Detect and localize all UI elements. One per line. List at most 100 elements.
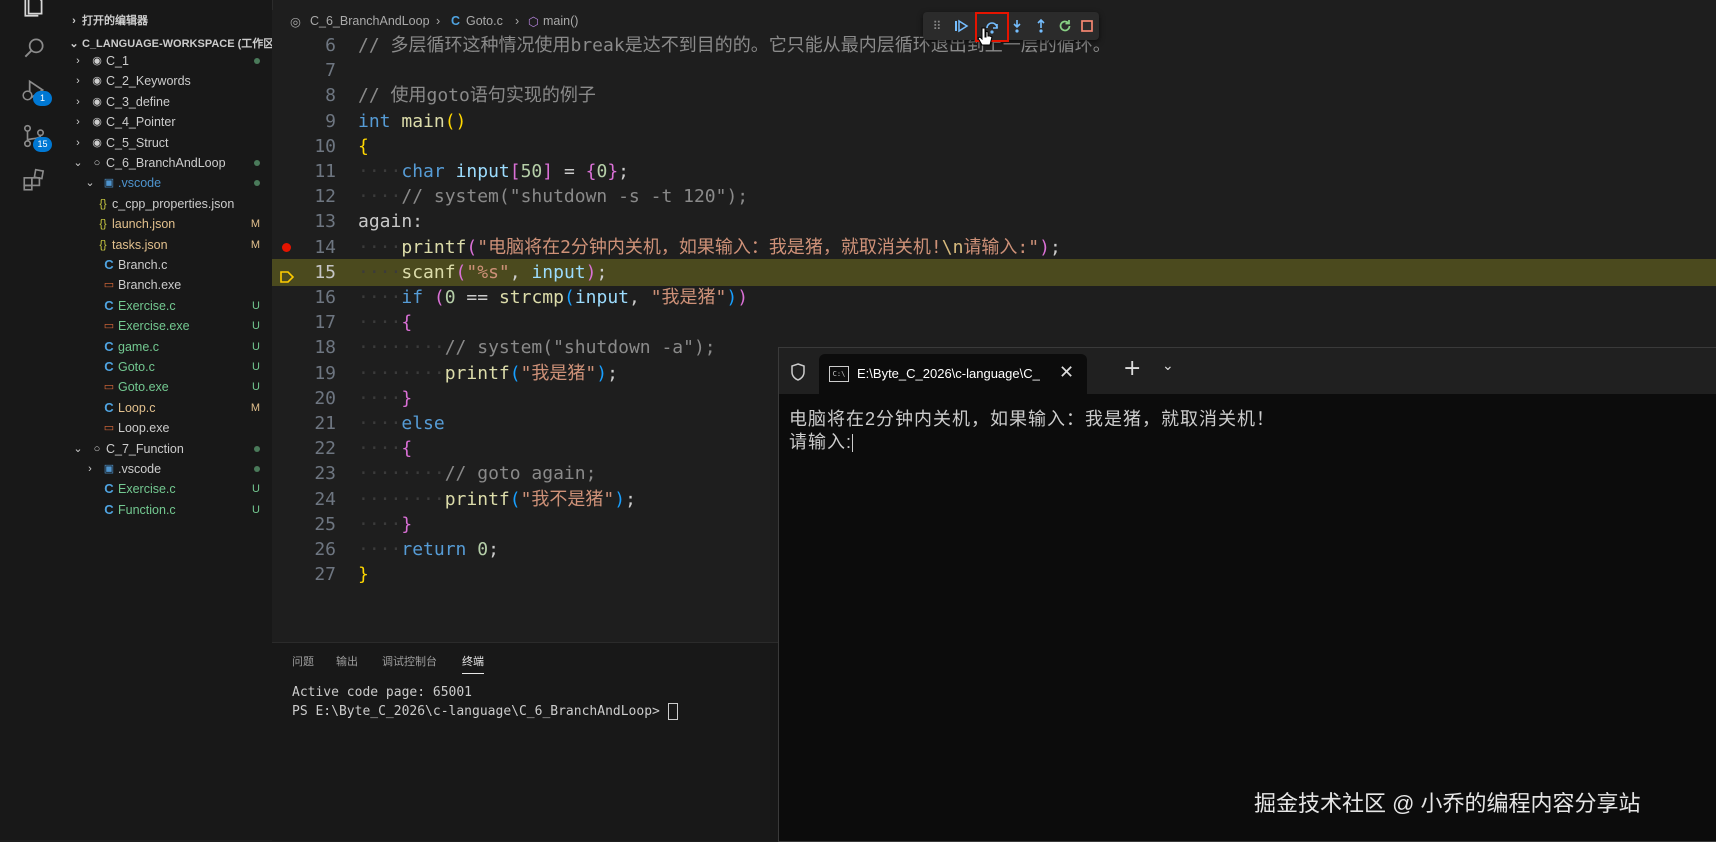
code-line[interactable]: 12 ····// system("shutdown -s -t 120"); xyxy=(272,183,1716,210)
line-number: 6 xyxy=(325,35,336,56)
explorer-sidebar: › 打开的编辑器 ⌄ C_LANGUAGE-WORKSPACE (工作区) › ◉ C_… xyxy=(66,0,278,840)
tree-item[interactable]: {} launch.json M xyxy=(66,213,272,235)
tree-item[interactable]: › ◉ C_1 xyxy=(66,50,272,72)
code-text: ····scanf("%s", input); xyxy=(358,261,608,283)
tree-item-label: Exercise.c xyxy=(118,482,176,497)
code-line[interactable]: 11 ····char input[50] = {0}; xyxy=(272,158,1716,185)
tree-item-label: C_4_Pointer xyxy=(106,115,176,130)
tab-problems[interactable]: 问题 xyxy=(292,653,314,669)
source-control-icon[interactable]: 15 xyxy=(16,118,52,154)
tree-item-label: Branch.exe xyxy=(118,278,182,293)
tab-debug-console[interactable]: 调试控制台 xyxy=(382,653,437,669)
tab-terminal[interactable]: 终端 xyxy=(462,653,484,674)
tree-item[interactable]: C Function.c U xyxy=(66,499,272,521)
breadcrumb-file[interactable]: Goto.c xyxy=(466,14,503,28)
tree-item[interactable]: ▭ Exercise.exe U xyxy=(66,315,272,337)
code-line[interactable]: 14 ····printf("电脑将在2分钟内关机，如果输入：我是猪，就取消关机!… xyxy=(272,234,1716,261)
tree-item-label: .vscode xyxy=(118,462,162,476)
tab-output[interactable]: 输出 xyxy=(336,653,358,669)
code-line[interactable]: 17 ····{ xyxy=(272,309,1716,336)
step-into-icon[interactable] xyxy=(1005,14,1029,38)
code-line[interactable]: 10 { xyxy=(272,133,1716,160)
step-out-icon[interactable] xyxy=(1029,14,1053,38)
tree-item[interactable]: › ▣ .vscode xyxy=(66,458,272,480)
tree-item[interactable]: C Exercise.c U xyxy=(66,478,272,500)
tree-item[interactable]: ▭ Branch.exe xyxy=(66,274,272,296)
code-line[interactable]: 7 xyxy=(272,57,1716,84)
code-line[interactable]: 16 ····if (0 == strcmp(input, "我是猪")) xyxy=(272,284,1716,311)
breadcrumb-folder[interactable]: C_6_BranchAndLoop xyxy=(310,14,430,28)
tree-item[interactable]: › ◉ C_2_Keywords xyxy=(66,70,272,92)
exe-file-icon: ▭ xyxy=(103,279,115,292)
line-number: 11 xyxy=(314,161,336,182)
tree-item[interactable]: C Loop.c M xyxy=(66,397,272,419)
line-number: 20 xyxy=(314,387,336,409)
restart-icon[interactable] xyxy=(1053,14,1077,38)
folder-icon: ◎ xyxy=(290,15,301,29)
terminal-cursor xyxy=(667,703,678,720)
code-line[interactable]: 13 again: xyxy=(272,208,1716,235)
run-debug-icon[interactable]: 1 xyxy=(16,72,52,108)
debug-badge: 1 xyxy=(33,91,52,106)
continue-icon[interactable] xyxy=(949,14,973,38)
c-file-icon: C xyxy=(104,338,114,354)
chevron-down-icon[interactable]: ⌄ xyxy=(1162,358,1174,374)
open-editors-section[interactable]: › 打开的编辑器 xyxy=(66,10,148,32)
code-line[interactable]: 8 // 使用goto语句实现的例子 xyxy=(272,82,1716,109)
scm-badge: 15 xyxy=(33,137,52,152)
tree-item-label: Branch.c xyxy=(118,258,168,272)
tree-item[interactable]: ▭ Loop.exe xyxy=(66,417,272,439)
code-text: ····else xyxy=(358,413,445,434)
breadcrumb-symbol[interactable]: main() xyxy=(543,14,578,28)
git-status-badge: M xyxy=(250,218,260,231)
tree-item[interactable]: ⌄ ▣ .vscode xyxy=(66,172,272,194)
current-code-line[interactable]: 15 ····scanf("%s", input); xyxy=(272,258,1716,286)
breakpoint-icon[interactable] xyxy=(282,242,291,252)
tree-item-label: Goto.exe xyxy=(118,380,169,395)
tree-item[interactable]: C Goto.c U xyxy=(66,356,272,378)
code-line[interactable]: 9 int main() xyxy=(272,108,1716,135)
line-number: 8 xyxy=(325,85,336,107)
code-text: ····{ xyxy=(358,312,413,334)
git-status-badge: U xyxy=(252,361,260,373)
exe-file-icon: ▭ xyxy=(103,320,115,333)
tree-item[interactable]: C Exercise.c U xyxy=(66,295,272,317)
console-tab[interactable]: C:\ E:\Byte_C_2026\c-language\C_ ✕ xyxy=(819,354,1087,394)
folder-icon: ○ xyxy=(93,157,101,169)
tree-item[interactable]: {} tasks.json M xyxy=(66,234,272,256)
chevron-right-icon: › xyxy=(76,95,80,108)
close-icon[interactable]: ✕ xyxy=(1059,362,1074,383)
tree-item[interactable]: › ◉ C_3_define xyxy=(66,91,272,113)
line-number: 24 xyxy=(314,488,336,510)
code-text: ········printf("我是猪"); xyxy=(358,362,618,384)
console-input-line[interactable]: 请输入: xyxy=(789,428,854,454)
tree-item[interactable]: {} c_cpp_properties.json xyxy=(66,193,272,215)
tree-item[interactable]: Cgame.c U xyxy=(66,336,272,358)
line-number: 26 xyxy=(314,539,336,560)
folder-icon: ◉ xyxy=(92,55,102,67)
tree-item[interactable]: › ◉ C_5_Struct xyxy=(66,132,272,154)
explorer-icon[interactable] xyxy=(16,0,52,24)
tree-item[interactable]: C Branch.c xyxy=(66,254,272,276)
tree-item-label: Exercise.c xyxy=(118,298,176,313)
tree-item-label: Goto.c xyxy=(118,360,155,374)
search-icon[interactable] xyxy=(16,30,52,66)
drag-handle-icon[interactable]: ⠿ xyxy=(925,14,949,38)
extensions-icon[interactable] xyxy=(16,162,52,198)
tree-item-label: C_7_Function xyxy=(106,441,184,456)
chevron-right-icon: › xyxy=(76,136,80,149)
new-tab-icon[interactable]: + xyxy=(1123,356,1141,381)
tree-item[interactable]: › ◉ C_4_Pointer xyxy=(66,111,272,133)
line-number: 12 xyxy=(314,186,336,208)
tree-item[interactable]: ⌄ ○ C_7_Function xyxy=(66,438,272,460)
tree-item-label: C_5_Struct xyxy=(106,135,169,150)
tree-item[interactable]: ▭ Goto.exe U xyxy=(66,376,272,398)
tree-item[interactable]: ⌄ ○ C_6_BranchAndLoop xyxy=(66,152,272,174)
chevron-right-icon: › xyxy=(76,55,80,67)
git-status-badge: U xyxy=(252,483,260,496)
terminal-prompt-line[interactable]: PS E:\Byte_C_2026\c-language\C_6_BranchA… xyxy=(292,703,678,720)
stop-icon[interactable] xyxy=(1075,14,1099,38)
git-status-badge: U xyxy=(252,381,260,394)
function-symbol-icon: ⬡ xyxy=(528,15,539,29)
git-status-badge: U xyxy=(252,503,260,516)
